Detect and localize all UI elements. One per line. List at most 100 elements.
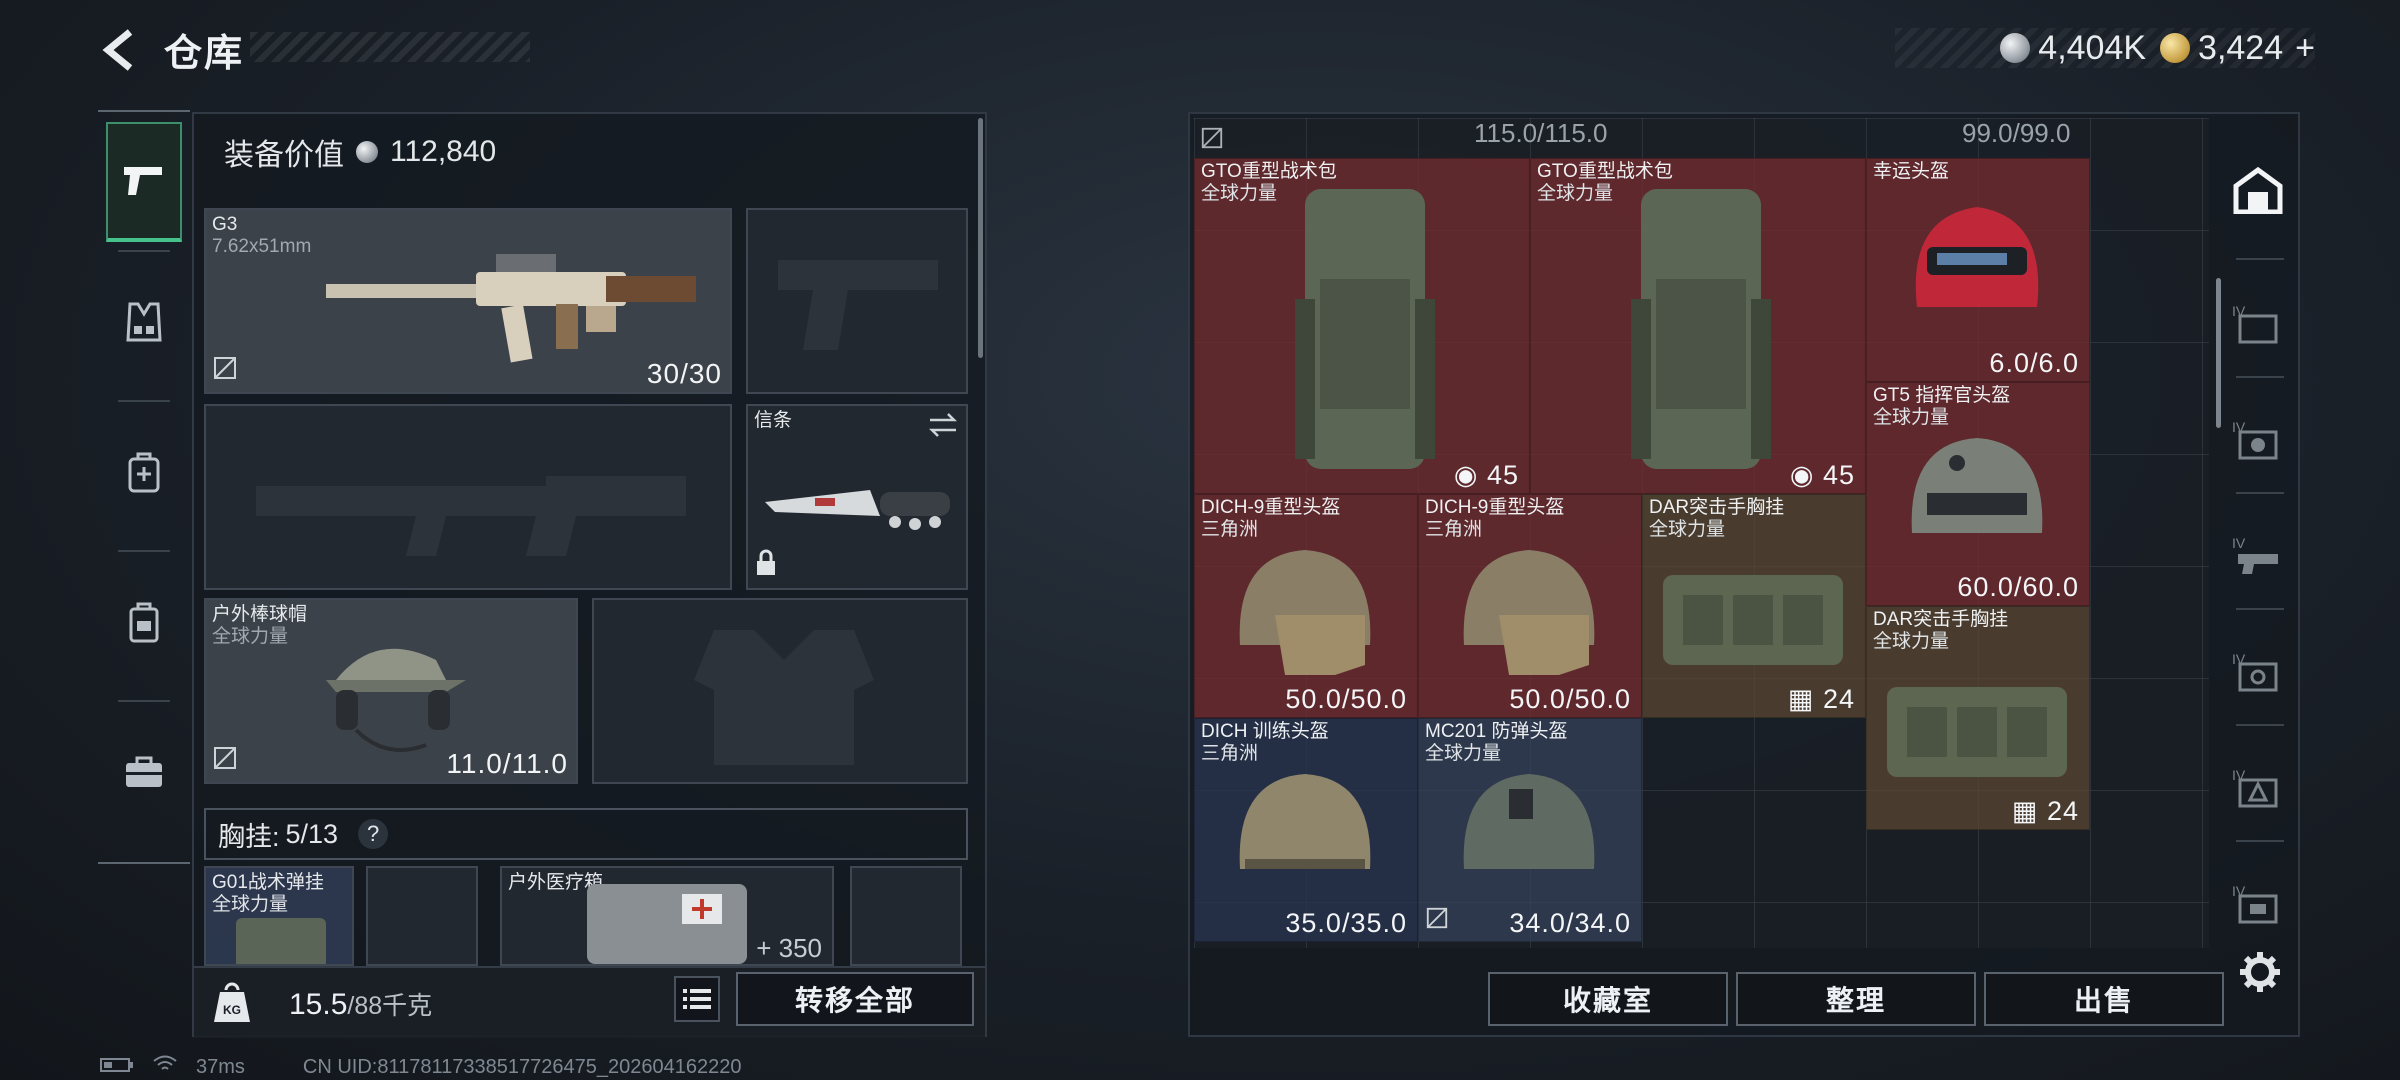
briefcase-icon <box>126 756 162 787</box>
warehouse-tab-8[interactable]: IV <box>2222 738 2294 838</box>
nav-divider <box>2236 376 2284 378</box>
weapon-name: G3 <box>212 214 238 235</box>
rig-slot-empty[interactable] <box>850 866 962 966</box>
equipment-value-label: 装备价值 <box>224 139 344 172</box>
helmet-slot[interactable]: 户外棒球帽 全球力量 11.0/11.0 <box>204 598 578 784</box>
equipment-panel: 装备价值 112,840 G3 7.62x51mm 30/30 信条 户外棒球帽… <box>192 112 987 1038</box>
nav-divider <box>118 700 170 702</box>
vest-icon <box>126 302 162 342</box>
list-view-button[interactable] <box>674 976 720 1022</box>
rig-slot-empty[interactable] <box>366 866 478 966</box>
warehouse-item-backpack[interactable]: GTO重型战术包 全球力量 ◉ 45 <box>1194 158 1530 494</box>
warehouse-item-helmet[interactable]: MC201 防弹头盔 全球力量 34.0/34.0 <box>1418 718 1642 942</box>
silver-currency[interactable]: 4,404K <box>2000 29 2146 68</box>
warehouse-item-helmet[interactable]: 幸运头盔 6.0/6.0 <box>1866 158 2090 382</box>
warehouse-tab-6[interactable]: IV <box>2222 506 2294 606</box>
item-capacity: ▦ 24 <box>2012 796 2079 827</box>
storage-ext-icon: IV <box>2232 883 2278 924</box>
backpack-capacity-icon: ◉ <box>1789 460 1815 490</box>
gold-currency[interactable]: 3,424 + <box>2160 29 2315 68</box>
nav-medical[interactable] <box>106 412 182 532</box>
warehouse-tab-all[interactable] <box>2222 140 2294 240</box>
sort-button[interactable]: 整理 <box>1736 972 1976 1026</box>
warehouse-icon <box>2233 166 2283 214</box>
warehouse-tab-5[interactable]: IV <box>2222 390 2294 490</box>
uid-text: CN UID:8117811733851772647​5_20260416222… <box>302 1055 742 1078</box>
item-name: DICH-9重型头盔 <box>1425 497 1565 518</box>
medkit-image <box>587 884 747 964</box>
rig-capacity-icon: ▦ <box>2011 796 2039 826</box>
list-icon <box>683 989 711 1009</box>
collection-room-button[interactable]: 收藏室 <box>1488 972 1728 1026</box>
page-title: 仓库 <box>164 33 245 75</box>
storage-ext-icon: IV <box>2232 303 2278 344</box>
item-capacity: ◉ 45 <box>1454 460 1519 491</box>
nav-chest-rig[interactable] <box>106 262 182 382</box>
warehouse-tab-9[interactable]: IV <box>2222 854 2294 954</box>
item-durability: 50.0/50.0 <box>1509 684 1631 714</box>
warehouse-item-chest-rig[interactable]: DAR突击手胸挂 全球力量 ▦ 24 <box>1866 606 2090 830</box>
help-button[interactable]: ? <box>358 819 389 849</box>
tactical-helmet-image <box>1911 438 2043 533</box>
training-helmet-image <box>1239 774 1371 869</box>
warehouse-item-chest-rig[interactable]: DAR突击手胸挂 全球力量 ▦ 24 <box>1642 494 1866 718</box>
chest-rig-header: 胸挂: 5/13 ? <box>204 808 968 860</box>
storage-ext-icon: IV <box>2232 651 2278 692</box>
gear-icon <box>2240 952 2280 992</box>
red-helmet-image <box>1915 207 2039 307</box>
no-insure-icon <box>1425 906 1449 935</box>
title-stripe-decoration <box>250 32 530 62</box>
item-value: 45 <box>1486 460 1519 490</box>
item-capacity: ▦ 24 <box>1788 684 1855 715</box>
backpack-capacity-icon: ◉ <box>1453 460 1479 490</box>
silver-coin-icon <box>356 141 378 163</box>
rig-item-ammo-pouch[interactable]: G01战术弹挂 全球力量 <box>204 866 354 966</box>
warehouse-scrollbar[interactable] <box>2216 278 2221 428</box>
warehouse-item-helmet[interactable]: DICH 训练头盔 三角洲 35.0/35.0 <box>1194 718 1418 942</box>
back-button[interactable] <box>96 26 144 74</box>
warehouse-item-helmet[interactable]: DICH-9重型头盔 三角洲 50.0/50.0 <box>1194 494 1418 718</box>
nav-weapons[interactable] <box>106 122 182 242</box>
swap-icon[interactable] <box>928 412 958 443</box>
chest-rig-image <box>1887 687 2067 777</box>
item-value: 24 <box>1822 684 1855 714</box>
rig-item-value-number: 350 <box>778 933 822 963</box>
add-currency-button[interactable]: + <box>2295 29 2315 68</box>
nav-backpack[interactable] <box>106 562 182 682</box>
warehouse-item-backpack[interactable]: GTO重型战术包 全球力量 ◉ 45 <box>1530 158 1866 494</box>
rig-item-medkit[interactable]: 户外医疗箱 + 350 <box>500 866 834 966</box>
item-value: 24 <box>2046 796 2079 826</box>
backpack-icon <box>129 602 159 643</box>
settings-button[interactable] <box>2238 950 2286 998</box>
item-faction: 全球力量 <box>1649 519 1726 540</box>
nav-divider <box>2236 258 2284 260</box>
status-bar: 37ms CN UID:8117811733851772647​5_202604… <box>100 1054 741 1080</box>
rifle-image <box>326 254 696 363</box>
warehouse-item-helmet[interactable]: GT5 指挥官头盔 全球力量 60.0/60.0 <box>1866 382 2090 606</box>
item-value: 45 <box>1822 460 1855 490</box>
lock-icon <box>754 549 778 582</box>
medkit-backpack-icon <box>128 452 160 493</box>
pistol-slot-empty[interactable] <box>746 208 968 394</box>
armor-placeholder-icon <box>694 630 874 765</box>
warehouse-tab-4[interactable]: IV <box>2222 274 2294 374</box>
item-name: DAR突击手胸挂 <box>1873 609 2009 630</box>
warehouse-panel: 115.0/115.0 99.0/99.0 GTO重型战术包 全球力量 ◉ 45… <box>1188 112 2300 1037</box>
no-insure-icon <box>212 745 238 776</box>
melee-slot[interactable]: 信条 <box>746 404 968 590</box>
nav-case[interactable] <box>106 712 182 832</box>
transfer-all-button[interactable]: 转移全部 <box>736 972 974 1026</box>
equipment-scrollbar[interactable] <box>978 118 983 358</box>
item-durability: 60.0/60.0 <box>1957 572 2079 602</box>
secondary-weapon-slot-empty[interactable] <box>204 404 732 590</box>
armor-slot-empty[interactable] <box>592 598 968 784</box>
backpack-image <box>1295 189 1435 469</box>
helmet-faction: 全球力量 <box>212 626 289 647</box>
warehouse-item-helmet[interactable]: DICH-9重型头盔 三角洲 50.0/50.0 <box>1418 494 1642 718</box>
item-durability: 50.0/50.0 <box>1285 684 1407 714</box>
chest-rig-image <box>1663 575 1843 665</box>
primary-weapon-slot[interactable]: G3 7.62x51mm 30/30 <box>204 208 732 394</box>
sell-button[interactable]: 出售 <box>1984 972 2224 1026</box>
item-name: DAR突击手胸挂 <box>1649 497 1785 518</box>
warehouse-tab-7[interactable]: IV <box>2222 622 2294 722</box>
